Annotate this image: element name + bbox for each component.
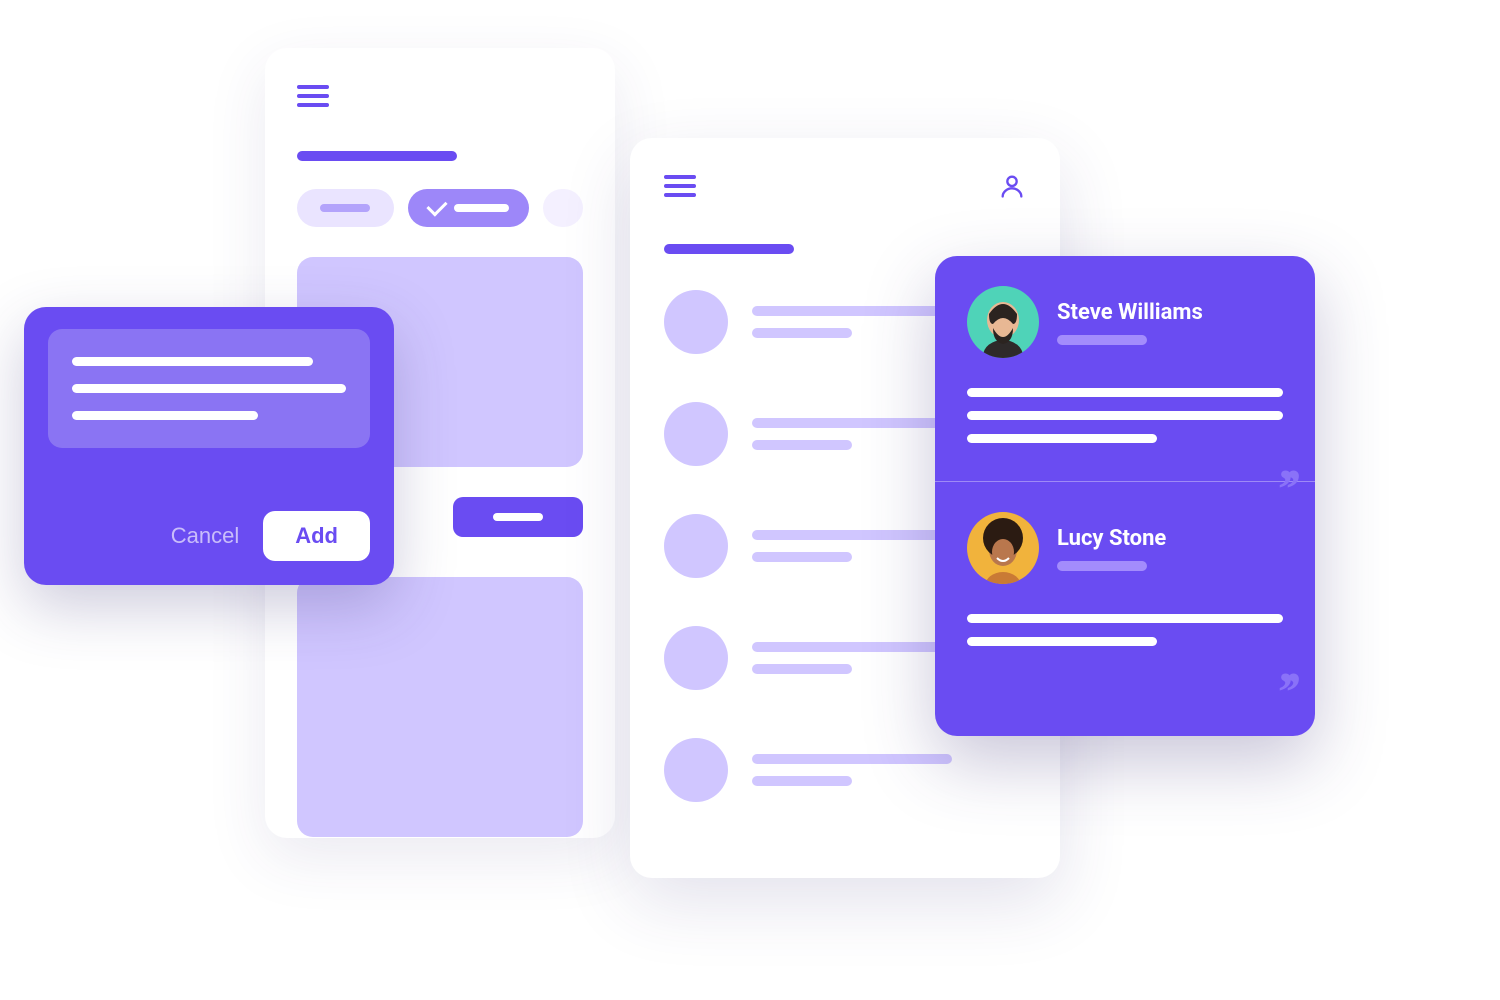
avatar-placeholder (664, 402, 728, 466)
add-button[interactable]: Add (263, 511, 370, 561)
text-placeholder (967, 388, 1283, 397)
quote-icon: ,, (1279, 447, 1295, 475)
text-placeholder (752, 328, 852, 338)
textarea[interactable] (48, 329, 370, 448)
text-placeholder (967, 637, 1157, 646)
chip-label-placeholder (320, 204, 370, 212)
check-icon (426, 195, 447, 216)
filter-chips (297, 189, 583, 227)
text-placeholder (752, 440, 852, 450)
add-modal: Cancel Add (24, 307, 394, 585)
text-placeholder (72, 384, 346, 393)
text-placeholder (967, 411, 1283, 420)
text-placeholder (752, 530, 952, 540)
text-placeholder (752, 306, 952, 316)
primary-action-button[interactable] (453, 497, 583, 537)
text-placeholder (752, 552, 852, 562)
testimonial-name: Steve Williams (1057, 300, 1203, 325)
testimonial-body (967, 388, 1283, 443)
testimonial-item: Steve Williams ,, (935, 256, 1315, 481)
filter-chip[interactable] (297, 189, 394, 227)
menu-icon[interactable] (297, 85, 583, 107)
button-label-placeholder (493, 513, 543, 521)
avatar-placeholder (664, 738, 728, 802)
avatar-placeholder (664, 290, 728, 354)
text-placeholder (752, 776, 852, 786)
testimonial-subtitle-placeholder (1057, 561, 1147, 571)
quote-icon: ,, (1279, 650, 1295, 678)
testimonial-name: Lucy Stone (1057, 526, 1166, 551)
filter-chip-selected[interactable] (408, 189, 529, 227)
testimonials-card: Steve Williams ,, (935, 256, 1315, 736)
cancel-button[interactable]: Cancel (171, 523, 239, 549)
profile-icon[interactable] (998, 172, 1026, 200)
menu-icon[interactable] (664, 170, 696, 202)
testimonial-body (967, 614, 1283, 646)
chip-label-placeholder (454, 204, 509, 212)
text-placeholder (752, 642, 952, 652)
avatar-placeholder (664, 514, 728, 578)
text-placeholder (752, 754, 952, 764)
text-placeholder (967, 614, 1283, 623)
text-placeholder (752, 664, 852, 674)
heading-placeholder (664, 244, 794, 254)
heading-placeholder (297, 151, 457, 161)
list-item[interactable] (664, 738, 1026, 802)
testimonial-item: Lucy Stone ,, (935, 482, 1315, 684)
testimonial-subtitle-placeholder (1057, 335, 1147, 345)
content-block (297, 577, 583, 837)
text-placeholder (752, 418, 952, 428)
avatar (967, 512, 1039, 584)
avatar (967, 286, 1039, 358)
avatar-placeholder (664, 626, 728, 690)
text-placeholder (72, 357, 313, 366)
filter-chip[interactable] (543, 189, 583, 227)
text-placeholder (72, 411, 258, 420)
text-placeholder (967, 434, 1157, 443)
